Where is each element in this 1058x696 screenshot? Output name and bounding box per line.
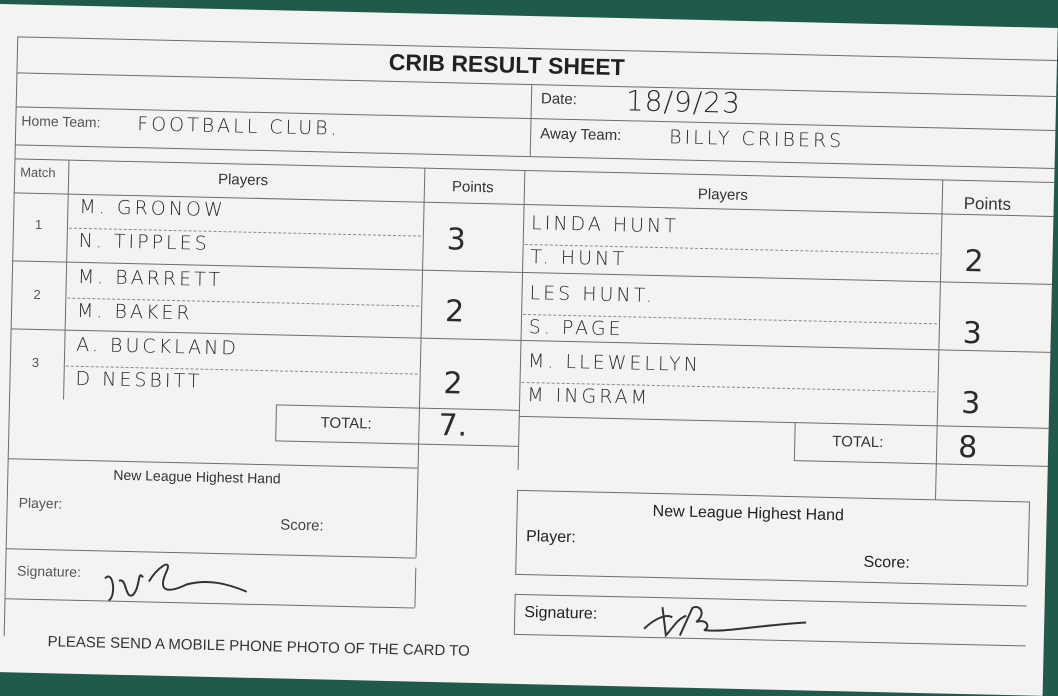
home-team-label: Home Team: — [21, 112, 101, 131]
away-players-header: Players — [697, 185, 749, 205]
home-hh-top — [7, 458, 418, 469]
frame-left — [3, 36, 19, 637]
home-player: M. GRONOW — [79, 195, 226, 222]
home-player: D NESBITT — [75, 367, 203, 393]
away-hh-score-label: Score: — [863, 553, 910, 572]
away-points-header: Points — [963, 193, 1012, 214]
away-total-left — [793, 422, 796, 461]
home-total-top — [275, 404, 519, 411]
team-divider — [14, 144, 1055, 169]
home-points: 3 — [446, 222, 467, 258]
away-player: S. PAGE — [528, 316, 624, 341]
away-sig-left — [513, 593, 516, 634]
home-hh-score-label: Score: — [280, 516, 324, 535]
away-signature-mark — [643, 606, 807, 638]
match-col-line — [63, 159, 70, 400]
home-hh-title: New League Highest Hand — [113, 466, 281, 487]
away-hh-title: New League Highest Hand — [652, 502, 845, 525]
away-points: 3 — [962, 315, 983, 352]
home-player: N. TIPPLES — [78, 229, 210, 255]
away-hh-bottom — [515, 573, 1028, 587]
away-player: LINDA HUNT — [530, 212, 680, 238]
home-player: A. BUCKLAND — [76, 333, 240, 360]
away-player: M INGRAM — [527, 384, 651, 409]
home-hh-player-label: Player: — [18, 494, 63, 512]
date-value: 18/9/23 — [625, 84, 742, 120]
home-points-col-line — [417, 167, 426, 468]
table-top — [14, 158, 1055, 183]
date-label: Date: — [540, 90, 578, 109]
home-player: M. BAKER — [76, 299, 193, 325]
home-away-divider — [517, 169, 526, 470]
home-total-left — [275, 404, 277, 441]
away-signature-label: Signature: — [524, 604, 598, 623]
away-points-col-line — [935, 179, 944, 500]
home-points: 2 — [443, 366, 463, 402]
home-signature-label: Signature: — [16, 562, 82, 580]
away-player: LES HUNT. — [529, 282, 656, 307]
away-player: T. HUNT — [530, 246, 628, 271]
away-team-value: BILLY CRIBERS — [668, 126, 845, 153]
away-hh-top — [517, 489, 1029, 503]
home-team-value: FOOTBALL CLUB. — [137, 113, 340, 140]
match-number: 2 — [33, 286, 41, 302]
home-points: 2 — [444, 294, 465, 330]
away-hh-player-label: Player: — [525, 528, 577, 547]
header-divider — [529, 84, 533, 157]
home-total-label: TOTAL: — [320, 414, 372, 433]
sheet-title: CRIB RESULT SHEET — [388, 48, 626, 81]
home-total-bottom — [275, 440, 519, 447]
home-sig-right — [414, 567, 417, 608]
home-points-header: Points — [451, 178, 494, 197]
home-total-value: 7. — [438, 408, 468, 444]
footer-instruction: PLEASE SEND A MOBILE PHONE PHOTO OF THE … — [47, 633, 470, 660]
home-hh-right — [415, 467, 419, 558]
away-total-value: 8 — [957, 429, 978, 466]
away-team-label: Away Team: — [540, 125, 622, 145]
away-hh-right — [1027, 501, 1030, 586]
home-player: M. BARRETT — [77, 265, 224, 292]
away-points: 2 — [964, 243, 984, 280]
away-total-bottom — [793, 460, 1048, 467]
result-sheet: CRIB RESULT SHEET Date: 18/9/23 Home Tea… — [0, 4, 1058, 696]
away-points: 3 — [960, 385, 981, 422]
home-players-header: Players — [217, 170, 269, 190]
match-number: 1 — [34, 216, 43, 233]
match-header: Match — [20, 164, 56, 181]
away-hh-left — [515, 489, 519, 574]
match-number: 3 — [31, 354, 40, 370]
away-player: M. LLEWELLYN — [527, 350, 702, 376]
away-total-label: TOTAL: — [832, 432, 884, 452]
